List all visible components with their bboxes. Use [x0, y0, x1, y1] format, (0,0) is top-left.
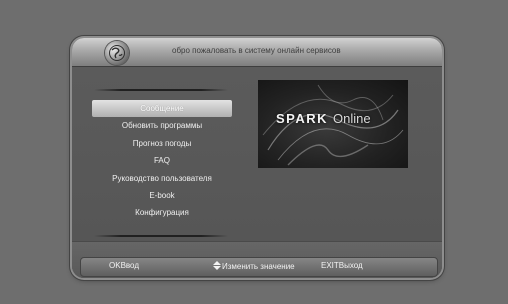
change-value-hint[interactable]: Изменить значение [213, 261, 295, 271]
spark-online-preview: SPARK Online [258, 80, 408, 168]
menu-item-message[interactable]: Сообщение [92, 100, 232, 118]
logo-sub-text: Online [333, 111, 371, 126]
menu-item-faq[interactable]: FAQ [92, 152, 232, 169]
spark-online-logo: SPARK Online [276, 110, 371, 128]
ok-action-label: Ввод [120, 261, 139, 270]
exit-key-label: EXIT [321, 261, 339, 270]
exit-hint[interactable]: EXITВыход [321, 261, 363, 270]
menu-item-update-programs[interactable]: Обновить программы [92, 117, 232, 134]
menu-item-ebook[interactable]: E-book [92, 187, 232, 204]
globe-icon [105, 41, 129, 65]
footer-hint-bar: OKВвод Изменить значение EXITВыход [80, 257, 438, 277]
ok-hint[interactable]: OKВвод [109, 261, 139, 270]
logo-main-text: SPARK [276, 111, 329, 126]
header-bar: обро пожаловать в систему онлайн сервисо… [72, 38, 442, 67]
header-title: обро пожаловать в систему онлайн сервисо… [172, 46, 341, 55]
menu-list: Сообщение Обновить программы Прогноз пог… [92, 100, 232, 222]
main-panel: обро пожаловать в систему онлайн сервисо… [72, 38, 442, 278]
change-value-label: Изменить значение [222, 262, 295, 271]
ok-key-label: OK [109, 261, 121, 270]
menu-item-user-guide[interactable]: Руководство пользователя [92, 170, 232, 187]
exit-action-label: Выход [338, 261, 363, 270]
menu-item-configuration[interactable]: Конфигурация [92, 204, 232, 221]
menu-item-weather[interactable]: Прогноз погоды [92, 135, 232, 152]
menu-top-divider [94, 89, 228, 91]
menu-bottom-divider [94, 235, 228, 237]
up-down-arrow-icon [213, 261, 221, 270]
